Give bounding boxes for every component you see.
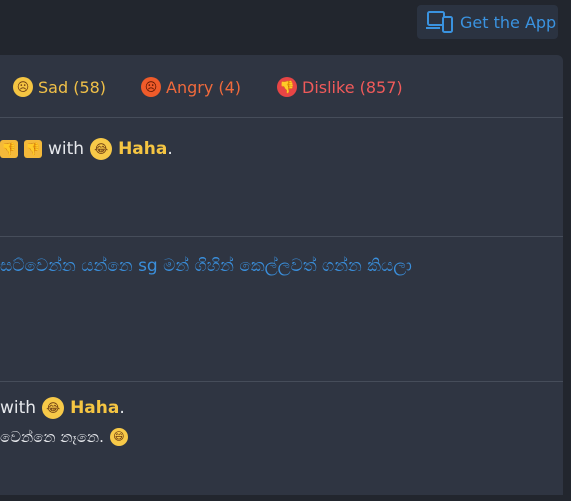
- reaction-dislike-label: Dislike (857): [302, 77, 403, 97]
- comment-body-text: වෙන්නෙ නෑනෙ.: [0, 428, 104, 446]
- haha-reaction-label: Haha: [118, 139, 168, 159]
- get-the-app-button[interactable]: Get the App: [417, 5, 558, 39]
- get-the-app-label: Get the App: [460, 12, 557, 32]
- devices-icon: [426, 10, 454, 34]
- reaction-angry[interactable]: ☹ Angry (4): [141, 77, 241, 97]
- reaction-dislike[interactable]: 👎 Dislike (857): [277, 77, 403, 97]
- comment-link-text[interactable]: සට්වෙන්න යන්නෙ sg මන් ගිහින් කෙල්ලවත් ගන…: [0, 256, 412, 276]
- thumbs-down-icon: 👎: [0, 140, 18, 158]
- comment-row: සට්වෙන්න යන්නෙ sg මන් ගිහින් කෙල්ලවත් ගන…: [0, 236, 563, 382]
- dislike-icon: 👎: [277, 77, 297, 97]
- comments-panel: ☹ Sad (58) ☹ Angry (4) 👎 Dislike (857) 👎…: [0, 55, 563, 495]
- haha-reaction-label: Haha: [70, 398, 120, 418]
- thumbs-down-icon: 👎: [24, 140, 42, 158]
- with-text: with: [0, 398, 37, 418]
- comment-reaction-line: with 😂 Haha.: [0, 397, 125, 419]
- comment-body-line: වෙන්නෙ නෑනෙ. 😄: [0, 428, 128, 446]
- laughing-face-icon: 😂: [90, 138, 113, 160]
- comment-row: 👎 👎 with 😂 Haha.: [0, 118, 563, 237]
- trail-text: .: [167, 139, 173, 159]
- sad-face-icon: ☹: [13, 77, 33, 97]
- with-text: with: [48, 139, 85, 159]
- top-bar: Get the App: [0, 0, 571, 48]
- comment-row: with 😂 Haha. වෙන්නෙ නෑනෙ. 😄: [0, 381, 563, 501]
- reaction-sad[interactable]: ☹ Sad (58): [13, 77, 106, 97]
- laughing-face-icon: 😂: [42, 397, 65, 419]
- comment-link-line[interactable]: සට්වෙන්න යන්නෙ sg මන් ගිහින් කෙල්ලවත් ගන…: [0, 256, 412, 276]
- grinning-face-icon: 😄: [109, 428, 128, 446]
- comment-reaction-line: 👎 👎 with 😂 Haha.: [0, 138, 173, 160]
- trail-text: .: [119, 398, 125, 418]
- reaction-angry-label: Angry (4): [166, 77, 242, 97]
- angry-face-icon: ☹: [141, 77, 161, 97]
- reaction-sad-label: Sad (58): [38, 77, 107, 97]
- reaction-summary-bar: ☹ Sad (58) ☹ Angry (4) 👎 Dislike (857): [0, 55, 563, 118]
